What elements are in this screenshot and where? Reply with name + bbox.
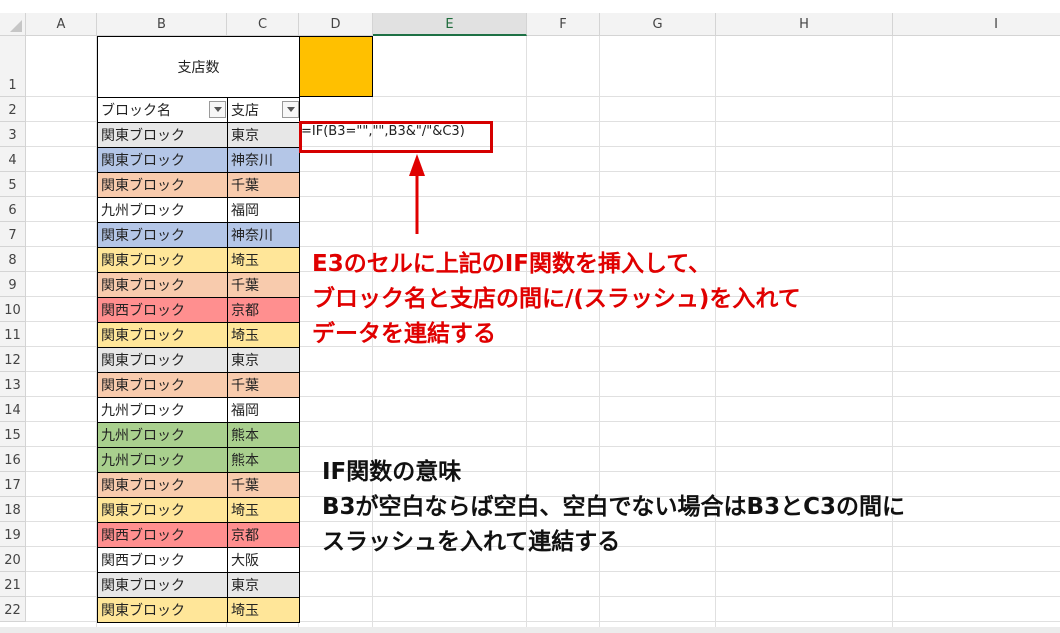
table-title[interactable]: 支店数 xyxy=(97,36,300,98)
annotation-red-line-2: ブロック名と支店の間に/(スラッシュ)を入れて xyxy=(312,286,801,312)
table-cell-block[interactable]: 関東ブロック xyxy=(97,222,228,248)
column-header-e[interactable]: E xyxy=(373,13,527,36)
table-cell-branch[interactable]: 大阪 xyxy=(227,547,300,573)
table-cell-branch[interactable]: 東京 xyxy=(227,347,300,373)
table-cell-block[interactable]: 関東ブロック xyxy=(97,597,228,623)
table-cell-branch[interactable]: 熊本 xyxy=(227,422,300,448)
row-header-18[interactable]: 18 xyxy=(0,497,26,522)
select-all-button[interactable] xyxy=(0,13,26,36)
row-header-7[interactable]: 7 xyxy=(0,222,26,247)
spreadsheet[interactable]: ABCDEFGHI 1 2 3 4 5 6 7 8 9 10 11 12 13 14 15 16 17 18 19 2… xyxy=(0,0,1060,633)
row-header-21[interactable]: 21 xyxy=(0,572,26,597)
table-cell-block[interactable]: 関東ブロック xyxy=(97,172,228,198)
annotation-red: E3のセルに上記のIF関数を挿入して、 ブロック名と支店の間に/(スラッシュ)を… xyxy=(312,247,801,352)
table-cell-block[interactable]: 九州ブロック xyxy=(97,447,228,473)
table-cell-block[interactable]: 関西ブロック xyxy=(97,522,228,548)
table-cell-block[interactable]: 関東ブロック xyxy=(97,472,228,498)
table-cell-block[interactable]: 九州ブロック xyxy=(97,422,228,448)
table-cell-block[interactable]: 関東ブロック xyxy=(97,572,228,598)
column-header-d[interactable]: D xyxy=(299,13,373,36)
row-header-22[interactable]: 22 xyxy=(0,597,26,622)
annotation-red-line-1: E3のセルに上記のIF関数を挿入して、 xyxy=(312,251,712,277)
row-header-3[interactable]: 3 xyxy=(0,122,26,147)
row-header-4[interactable]: 4 xyxy=(0,147,26,172)
row-header-8[interactable]: 8 xyxy=(0,247,26,272)
table-cell-branch[interactable]: 千葉 xyxy=(227,372,300,398)
up-arrow-icon xyxy=(409,154,425,234)
table-cell-branch[interactable]: 千葉 xyxy=(227,272,300,298)
row-header-1[interactable]: 1 xyxy=(0,36,26,97)
row-header-2[interactable]: 2 xyxy=(0,97,26,122)
table-cell-block[interactable]: 九州ブロック xyxy=(97,397,228,423)
annotation-black-line-3: スラッシュを入れて連結する xyxy=(322,529,621,555)
table-cell-block[interactable]: 関東ブロック xyxy=(97,272,228,298)
annotation-black-line-1: IF関数の意味 xyxy=(322,459,462,485)
row-header-16[interactable]: 16 xyxy=(0,447,26,472)
row-header-6[interactable]: 6 xyxy=(0,197,26,222)
table-cell-branch[interactable]: 京都 xyxy=(227,297,300,323)
table-cell-branch[interactable]: 東京 xyxy=(227,572,300,598)
formula-highlight-box xyxy=(299,121,493,153)
table-cell-branch[interactable]: 福岡 xyxy=(227,397,300,423)
table-cell-branch[interactable]: 熊本 xyxy=(227,447,300,473)
table-cell-block[interactable]: 九州ブロック xyxy=(97,197,228,223)
highlight-cell-d1[interactable] xyxy=(299,36,373,97)
table-cell-block[interactable]: 関東ブロック xyxy=(97,147,228,173)
table-cell-branch[interactable]: 埼玉 xyxy=(227,597,300,623)
chevron-down-icon xyxy=(286,107,295,112)
row-header-14[interactable]: 14 xyxy=(0,397,26,422)
row-header-5[interactable]: 5 xyxy=(0,172,26,197)
table-cell-block[interactable]: 関東ブロック xyxy=(97,372,228,398)
annotation-black-line-2: B3が空白ならば空白、空白でない場合はB3とC3の間に xyxy=(322,494,905,520)
table-cell-block[interactable]: 関東ブロック xyxy=(97,347,228,373)
row-header-9[interactable]: 9 xyxy=(0,272,26,297)
table-cell-branch[interactable]: 福岡 xyxy=(227,197,300,223)
table-cell-branch[interactable]: 神奈川 xyxy=(227,147,300,173)
annotation-black: IF関数の意味 B3が空白ならば空白、空白でない場合はB3とC3の間に スラッシ… xyxy=(322,455,905,560)
select-all-triangle-icon xyxy=(10,20,22,32)
header-branch[interactable]: 支店 xyxy=(227,97,300,123)
table-cell-block[interactable]: 関西ブロック xyxy=(97,297,228,323)
table-cell-branch[interactable]: 千葉 xyxy=(227,472,300,498)
table-cell-block[interactable]: 関東ブロック xyxy=(97,497,228,523)
table-cell-branch[interactable]: 埼玉 xyxy=(227,497,300,523)
column-header-c[interactable]: C xyxy=(227,13,299,36)
horizontal-scrollbar[interactable] xyxy=(0,627,1060,633)
column-header-f[interactable]: F xyxy=(527,13,600,36)
row-header-20[interactable]: 20 xyxy=(0,547,26,572)
row-header-19[interactable]: 19 xyxy=(0,522,26,547)
chevron-down-icon xyxy=(213,107,222,112)
table-cell-branch[interactable]: 埼玉 xyxy=(227,322,300,348)
table-cell-branch[interactable]: 神奈川 xyxy=(227,222,300,248)
column-header-b[interactable]: B xyxy=(97,13,227,36)
top-strip xyxy=(0,0,1060,13)
table-cell-block[interactable]: 関東ブロック xyxy=(97,122,228,148)
table-cell-block[interactable]: 関西ブロック xyxy=(97,547,228,573)
table-cell-branch[interactable]: 東京 xyxy=(227,122,300,148)
row-header-13[interactable]: 13 xyxy=(0,372,26,397)
filter-dropdown-button[interactable] xyxy=(209,101,226,118)
row-header-12[interactable]: 12 xyxy=(0,347,26,372)
annotation-red-line-3: データを連結する xyxy=(312,321,496,347)
row-header-17[interactable]: 17 xyxy=(0,472,26,497)
table-cell-branch[interactable]: 京都 xyxy=(227,522,300,548)
column-header-a[interactable]: A xyxy=(26,13,97,36)
filter-dropdown-button[interactable] xyxy=(282,101,299,118)
table-cell-block[interactable]: 関東ブロック xyxy=(97,247,228,273)
table-cell-block[interactable]: 関東ブロック xyxy=(97,322,228,348)
table-cell-branch[interactable]: 千葉 xyxy=(227,172,300,198)
row-header-15[interactable]: 15 xyxy=(0,422,26,447)
column-header-h[interactable]: H xyxy=(716,13,893,36)
header-block-name[interactable]: ブロック名 xyxy=(97,97,228,123)
row-header-11[interactable]: 11 xyxy=(0,322,26,347)
table-cell-branch[interactable]: 埼玉 xyxy=(227,247,300,273)
column-header-i[interactable]: I xyxy=(893,13,1060,36)
column-header-g[interactable]: G xyxy=(600,13,716,36)
row-header-10[interactable]: 10 xyxy=(0,297,26,322)
